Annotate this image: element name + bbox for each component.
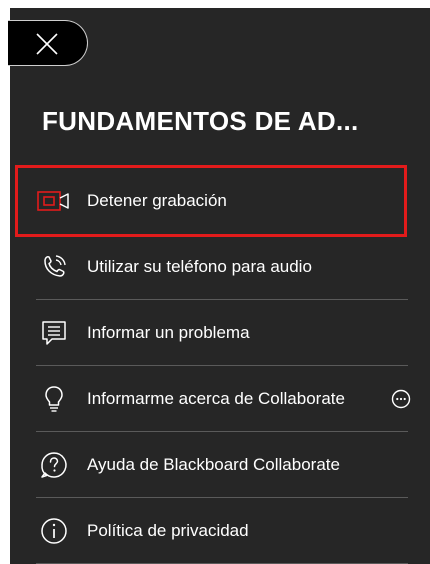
info-icon — [36, 516, 72, 546]
session-menu-panel: FUNDAMENTOS DE AD... Detener grabación U… — [8, 8, 430, 564]
close-icon — [36, 33, 58, 55]
session-title: FUNDAMENTOS DE AD... — [42, 106, 359, 136]
menu-item-help[interactable]: Ayuda de Blackboard Collaborate — [10, 432, 430, 498]
more-options-button[interactable] — [390, 388, 412, 410]
menu-item-phone-audio[interactable]: Utilizar su teléfono para audio — [10, 234, 430, 300]
menu-item-label: Utilizar su teléfono para audio — [87, 257, 312, 276]
menu-item-label: Informarme acerca de Collaborate — [87, 389, 345, 408]
menu-item-report-problem[interactable]: Informar un problema — [10, 300, 430, 366]
menu-item-label: Detener grabación — [87, 191, 227, 210]
menu-item-label: Ayuda de Blackboard Collaborate — [87, 455, 340, 474]
menu-item-label: Informar un problema — [87, 323, 250, 342]
menu-item-privacy-policy[interactable]: Política de privacidad — [10, 498, 430, 564]
help-icon — [36, 450, 72, 480]
record-icon — [36, 186, 72, 216]
phone-icon — [36, 252, 72, 282]
close-button[interactable] — [8, 20, 88, 66]
session-menu: Detener grabación Utilizar su teléfono p… — [10, 165, 430, 564]
lightbulb-icon — [36, 384, 72, 414]
more-icon — [391, 389, 411, 409]
menu-item-about-collaborate[interactable]: Informarme acerca de Collaborate — [10, 366, 430, 432]
menu-item-label: Política de privacidad — [87, 521, 249, 540]
page: FUNDAMENTOS DE AD... Detener grabación U… — [0, 0, 430, 564]
menu-item-stop-recording[interactable]: Detener grabación — [15, 165, 407, 237]
report-icon — [36, 318, 72, 348]
